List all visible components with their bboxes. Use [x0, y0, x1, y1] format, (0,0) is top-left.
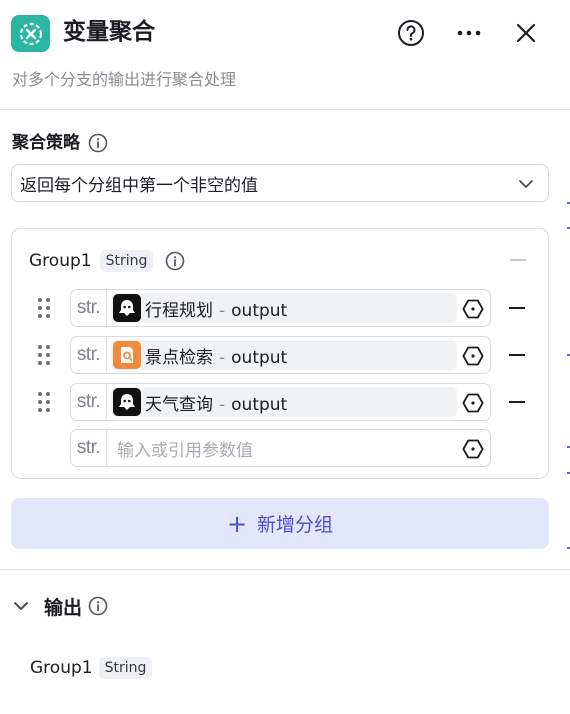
section-divider	[0, 569, 570, 570]
node-title[interactable]: 变量聚合	[63, 14, 155, 50]
variable-picker-icon[interactable]	[462, 345, 484, 367]
node-header: 变量聚合 对多个分支的输出进行聚合处理	[0, 0, 570, 110]
add-group-button[interactable]: + 新增分组	[11, 498, 549, 549]
strategy-selected-value: 返回每个分组中第一个非空的值	[20, 175, 258, 196]
group-card: Group1 String str. 行程规划 - output str. 景点…	[11, 228, 549, 479]
close-button[interactable]	[509, 16, 543, 50]
info-icon[interactable]	[88, 596, 108, 616]
reference-separator: -	[219, 394, 226, 415]
remove-row-button[interactable]	[509, 401, 525, 403]
variable-picker-icon[interactable]	[462, 392, 484, 414]
plus-icon: +	[226, 509, 248, 538]
reference-tag[interactable]: 行程规划 - output	[111, 293, 457, 323]
variable-value-input[interactable]: str. 输入或引用参数值	[70, 429, 491, 467]
help-icon	[398, 20, 424, 46]
variable-merge-node-icon	[11, 15, 50, 52]
variable-reference-field[interactable]: str. 行程规划 - output	[70, 289, 491, 327]
string-type-prefix: str.	[71, 337, 107, 373]
variable-picker-icon[interactable]	[462, 438, 484, 460]
strategy-label: 聚合策略	[12, 130, 108, 156]
doc-search-icon	[113, 341, 141, 369]
reference-field: output	[231, 300, 288, 321]
variable-picker-icon[interactable]	[462, 298, 484, 320]
more-button[interactable]	[452, 16, 486, 50]
reference-tag[interactable]: 天气查询 - output	[111, 387, 457, 417]
chevron-down-icon	[519, 180, 533, 188]
remove-row-button[interactable]	[509, 307, 525, 309]
group-variable-row: str. 天气查询 - output	[12, 383, 550, 421]
reference-field: output	[231, 347, 288, 368]
reference-source: 天气查询	[145, 394, 213, 415]
reference-tag[interactable]: 景点检索 - output	[111, 340, 457, 370]
variable-input-placeholder: 输入或引用参数值	[117, 440, 253, 461]
drag-handle-icon[interactable]	[36, 391, 52, 413]
info-icon[interactable]	[165, 251, 185, 271]
output-section-toggle[interactable]: 输出	[12, 592, 108, 620]
drag-handle-icon[interactable]	[36, 344, 52, 366]
output-item-type-badge: String	[98, 657, 153, 679]
node-description: 对多个分支的输出进行聚合处理	[12, 70, 237, 89]
group-variable-row: str. 景点检索 - output	[12, 336, 550, 374]
group-header: Group1 String	[29, 249, 185, 273]
variable-reference-field[interactable]: str. 景点检索 - output	[70, 336, 491, 374]
output-title: 输出	[44, 596, 83, 619]
output-item: Group1 String	[30, 656, 153, 680]
output-item-name: Group1	[30, 658, 93, 678]
reference-text: 景点检索 - output	[145, 343, 287, 368]
variable-reference-field[interactable]: str. 天气查询 - output	[70, 383, 491, 421]
more-icon	[457, 30, 481, 36]
string-type-prefix: str.	[71, 290, 107, 326]
help-button[interactable]	[394, 16, 428, 50]
reference-text: 天气查询 - output	[145, 390, 287, 415]
group-name[interactable]: Group1	[29, 249, 92, 273]
reference-separator: -	[219, 300, 226, 321]
reference-source: 行程规划	[145, 300, 213, 321]
group-type-badge: String	[99, 250, 154, 272]
group-variable-empty-row: str. 输入或引用参数值	[12, 429, 550, 467]
ghost-icon	[113, 294, 141, 322]
strategy-select[interactable]: 返回每个分组中第一个非空的值	[11, 164, 549, 202]
reference-separator: -	[219, 347, 226, 368]
drag-handle-icon[interactable]	[36, 297, 52, 319]
close-icon	[516, 23, 536, 43]
reference-text: 行程规划 - output	[145, 296, 287, 321]
chevron-down-icon	[14, 602, 28, 610]
remove-group-button[interactable]	[510, 259, 526, 261]
strategy-label-text: 聚合策略	[12, 133, 80, 153]
add-group-label: 新增分组	[257, 514, 334, 536]
ghost-icon	[113, 388, 141, 416]
info-icon[interactable]	[88, 133, 108, 153]
group-variable-row: str. 行程规划 - output	[12, 289, 550, 327]
reference-source: 景点检索	[145, 347, 213, 368]
string-type-prefix: str.	[71, 430, 107, 466]
reference-field: output	[231, 394, 288, 415]
remove-row-button[interactable]	[509, 354, 525, 356]
string-type-prefix: str.	[71, 384, 107, 420]
